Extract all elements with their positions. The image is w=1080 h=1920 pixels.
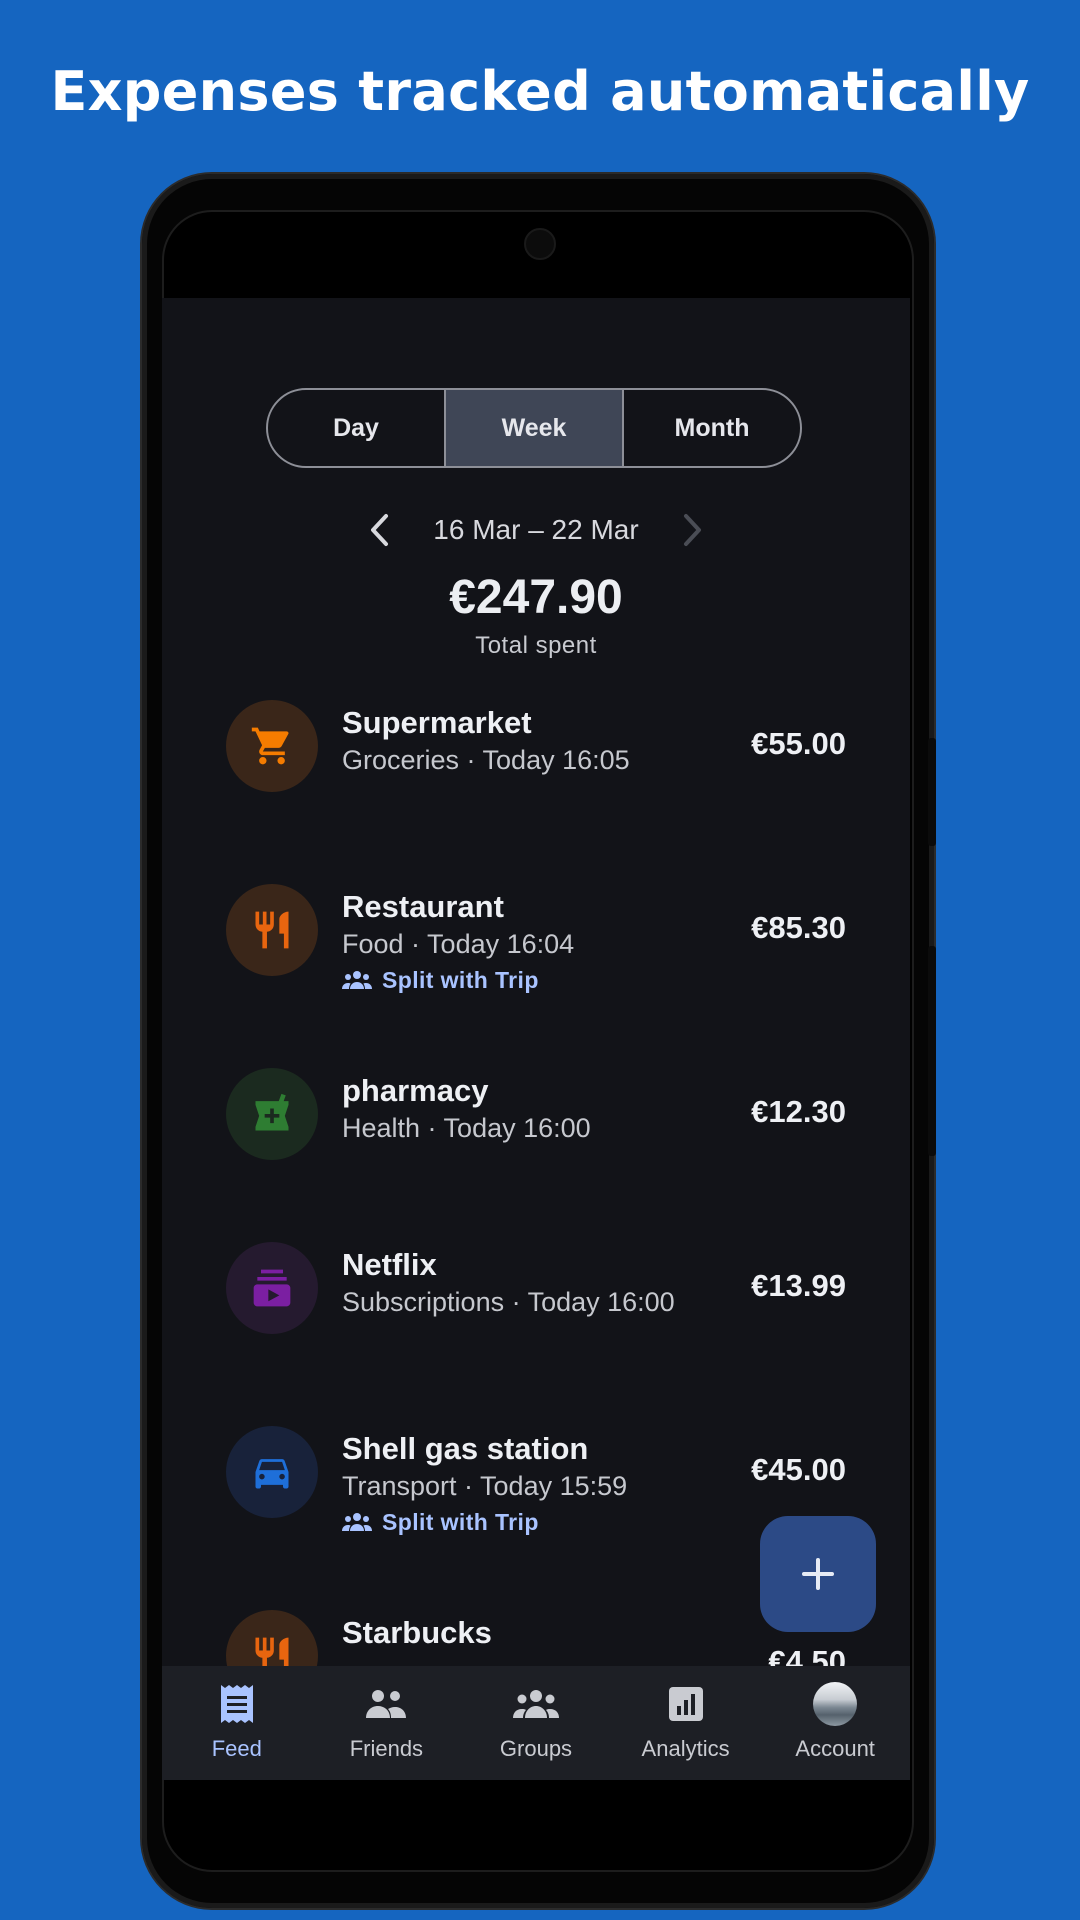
chevron-right-icon[interactable] [663, 500, 723, 560]
transaction-amount: €45.00 [751, 1452, 846, 1487]
category-icon-bg [226, 1426, 318, 1518]
volume-button [928, 738, 936, 846]
app-screen: Day Week Month 16 Mar – 22 Mar €247.90 T… [162, 298, 910, 1780]
transaction-name: Supermarket [342, 705, 532, 740]
category-icon-bg [226, 700, 318, 792]
nav-label: Groups [499, 1736, 573, 1761]
date-navigator: 16 Mar – 22 Mar [162, 500, 910, 560]
subscriptions-icon [253, 1269, 291, 1307]
nav-groups[interactable]: Groups [461, 1666, 611, 1780]
nav-friends[interactable]: Friends [312, 1666, 462, 1780]
transaction-name: Netflix [342, 1247, 437, 1282]
split-badge[interactable]: Split with Trip [342, 962, 574, 998]
total-label: Total spent [475, 632, 597, 659]
period-segmented-control: Day Week Month [266, 388, 802, 468]
transaction-row[interactable]: Restaurant Food · Today 16:04 Split with… [226, 884, 846, 1014]
total-amount: €247.90 [449, 571, 623, 624]
transaction-meta: Health · Today 16:00 [342, 1113, 591, 1143]
transaction-name: pharmacy [342, 1073, 489, 1108]
nav-account[interactable]: Account [760, 1666, 910, 1780]
friends-icon [366, 1690, 407, 1718]
transaction-meta: Transport · Today 15:59 [342, 1471, 628, 1501]
split-badge[interactable]: Split with Trip [342, 1504, 627, 1540]
transaction-amount: €13.99 [751, 1268, 846, 1303]
group-icon [342, 1513, 372, 1531]
pharmacy-icon [255, 1093, 289, 1131]
segment-week[interactable]: Week [446, 390, 624, 466]
transaction-row[interactable]: Supermarket Groceries · Today 16:05 €55.… [226, 700, 846, 810]
transaction-meta: Food · Today 16:04 [342, 929, 575, 959]
transaction-row[interactable]: Netflix Subscriptions · Today 16:00 €13.… [226, 1242, 846, 1352]
segment-month[interactable]: Month [624, 390, 800, 466]
front-camera [524, 228, 556, 260]
transaction-amount: €55.00 [751, 726, 846, 761]
transaction-name: Restaurant [342, 889, 504, 924]
segment-day[interactable]: Day [268, 390, 446, 466]
bottom-navigation: Feed Friends Groups Analytics Account [162, 1666, 910, 1780]
cart-icon [251, 727, 289, 765]
nav-analytics[interactable]: Analytics [611, 1666, 761, 1780]
transaction-meta: Groceries · Today 16:05 [342, 745, 630, 775]
groups-icon [512, 1690, 559, 1718]
transaction-meta: Subscriptions · Today 16:00 [342, 1287, 675, 1317]
transaction-amount: €12.30 [751, 1094, 846, 1129]
split-label: Split with Trip [382, 967, 539, 993]
chevron-left-icon[interactable] [349, 500, 409, 560]
transaction-row[interactable]: Shell gas station Transport · Today 15:5… [226, 1426, 846, 1556]
phone-frame: Day Week Month 16 Mar – 22 Mar €247.90 T… [142, 174, 936, 1908]
category-icon-bg [226, 1068, 318, 1160]
category-icon-bg [226, 884, 318, 976]
nav-label: Analytics [641, 1736, 730, 1761]
category-icon-bg [226, 1242, 318, 1334]
group-icon [342, 971, 372, 989]
nav-feed[interactable]: Feed [162, 1666, 312, 1780]
fork-knife-icon [255, 911, 289, 949]
transaction-name: Shell gas station [342, 1431, 589, 1466]
feed-icon [220, 1685, 253, 1723]
headline: Expenses tracked automatically [50, 60, 1030, 123]
car-icon [255, 1459, 289, 1489]
transaction-name: Starbucks [342, 1615, 492, 1650]
power-button [928, 946, 936, 1156]
add-expense-button[interactable] [760, 1516, 876, 1632]
split-label: Split with Trip [382, 1509, 539, 1535]
nav-label: Account [795, 1736, 875, 1761]
analytics-icon [668, 1687, 703, 1721]
nav-label: Friends [349, 1736, 424, 1761]
transaction-row[interactable]: pharmacy Health · Today 16:00 €12.30 [226, 1068, 846, 1178]
nav-label: Feed [211, 1736, 262, 1761]
plus-icon [802, 1558, 834, 1590]
avatar [813, 1682, 858, 1726]
date-range-label: 16 Mar – 22 Mar [433, 514, 639, 545]
transaction-amount: €85.30 [751, 910, 846, 945]
